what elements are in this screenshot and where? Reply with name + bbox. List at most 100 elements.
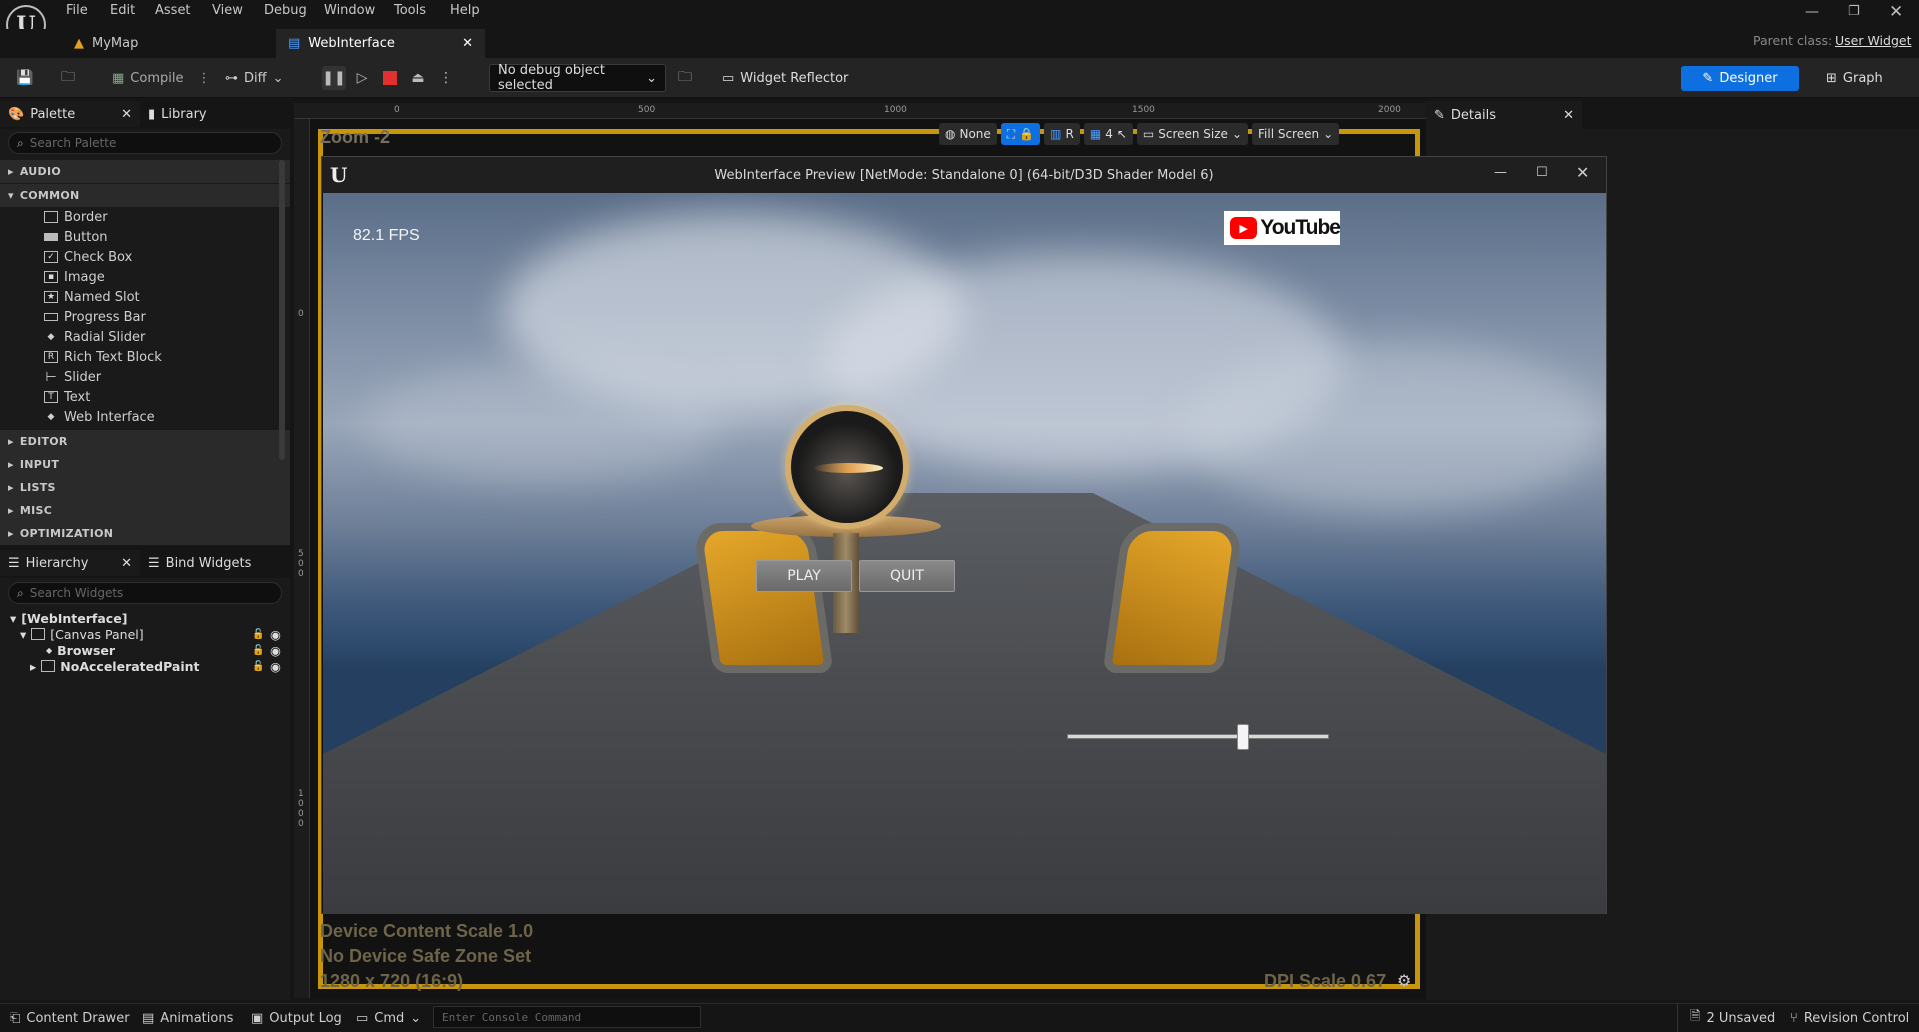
category-misc[interactable]: ▸ MISC — [0, 499, 290, 522]
minimize-icon[interactable]: — — [1494, 165, 1507, 180]
more-options-icon[interactable]: ⋮ — [197, 71, 210, 86]
palette-scrollbar[interactable] — [279, 160, 285, 460]
quit-button[interactable]: QUIT — [859, 560, 955, 592]
palette-item-rich-text-block[interactable]: R Rich Text Block — [0, 347, 290, 367]
none-option[interactable]: ◍ None — [939, 123, 997, 145]
category-audio[interactable]: ▸ AUDIO — [0, 160, 290, 183]
debug-browse-icon[interactable]: 🗀 — [673, 66, 697, 90]
stop-button[interactable] — [378, 66, 402, 90]
palette-search-input[interactable]: ⌕ Search Palette — [8, 132, 282, 154]
volume-slider-track[interactable] — [1067, 734, 1329, 739]
category-optimization[interactable]: ▸ OPTIMIZATION — [0, 522, 290, 545]
output-log-button[interactable]: ▣ Output Log — [251, 1008, 342, 1028]
menu-view[interactable]: View — [206, 3, 249, 18]
eject-icon[interactable]: ⏏ — [406, 66, 430, 90]
tab-bind-widgets[interactable]: ☰ Bind Widgets — [140, 550, 259, 576]
eye-icon[interactable]: ◉ — [270, 659, 281, 674]
parent-class-link[interactable]: User Widget — [1835, 33, 1911, 48]
screen-size-select[interactable]: ▭ Screen Size ⌄ — [1136, 123, 1248, 145]
tab-webinterface[interactable]: ▤ WebInterface ✕ — [276, 29, 485, 58]
grid-toggle[interactable]: ▦ 4 ↖ — [1083, 123, 1133, 145]
widget-reflector-button[interactable]: ▭ Widget Reflector — [722, 66, 848, 91]
menu-help[interactable]: Help — [444, 3, 486, 18]
palette-item-web-interface[interactable]: ◆ Web Interface — [0, 407, 290, 427]
widget-icon — [41, 660, 56, 672]
tree-browser[interactable]: ◆ Browser 🔓 ◉ — [0, 642, 290, 658]
content-drawer-button[interactable]: ⎗ Content Drawer — [10, 1008, 130, 1028]
unsaved-button[interactable]: 🗎 2 Unsaved — [1690, 1008, 1775, 1028]
category-input[interactable]: ▸ INPUT — [0, 453, 290, 476]
animations-button[interactable]: ▤ Animations — [142, 1008, 233, 1028]
tab-library[interactable]: ▮ Library — [140, 101, 215, 127]
settings-gear-icon[interactable]: ⚙ — [1397, 971, 1411, 990]
menu-debug[interactable]: Debug — [258, 3, 313, 18]
diff-button[interactable]: ⊶ Diff ⌄ — [225, 66, 284, 91]
layout-toggle[interactable]: ▥ R — [1044, 123, 1080, 145]
lock-icon[interactable]: 🔓 — [252, 645, 264, 656]
palette-item-text[interactable]: T Text — [0, 387, 290, 407]
lock-icon[interactable]: 🔓 — [252, 661, 264, 672]
close-tab-icon[interactable]: ✕ — [121, 107, 132, 122]
menu-file[interactable]: File — [60, 3, 94, 18]
tab-mymap[interactable]: ▲ MyMap — [62, 29, 272, 58]
category-editor[interactable]: ▸ EDITOR — [0, 430, 290, 453]
console-command-input[interactable]: Enter Console Command — [433, 1006, 701, 1028]
lock-icon[interactable]: 🔓 — [252, 629, 264, 640]
category-common[interactable]: ▾ COMMON — [0, 184, 290, 207]
debug-object-select[interactable]: No debug object selected ⌄ — [489, 63, 666, 93]
eye-icon[interactable]: ◉ — [270, 627, 281, 642]
pause-icon[interactable]: ❚❚ — [322, 66, 346, 90]
close-tab-icon[interactable]: ✕ — [462, 36, 473, 51]
maximize-icon[interactable]: ☐ — [1536, 165, 1548, 180]
minimize-icon[interactable]: — — [1805, 4, 1819, 20]
chevron-down-icon: ▾ — [8, 189, 14, 202]
play-button[interactable]: PLAY — [756, 560, 852, 592]
browse-icon[interactable]: 🗀 — [56, 66, 80, 90]
tab-label: Details — [1450, 107, 1496, 123]
designer-button[interactable]: ✎ Designer — [1681, 66, 1799, 91]
fill-screen-select[interactable]: Fill Screen ⌄ — [1252, 123, 1340, 145]
hierarchy-search-input[interactable]: ⌕ Search Widgets — [8, 582, 282, 604]
menu-tools[interactable]: Tools — [388, 3, 432, 18]
tab-hierarchy[interactable]: ☰ Hierarchy ✕ — [0, 550, 140, 576]
save-icon: 🗎 — [1690, 1009, 1701, 1024]
play-options-icon[interactable]: ⋮ — [434, 66, 458, 90]
category-label: OPTIMIZATION — [19, 527, 114, 540]
menu-edit[interactable]: Edit — [104, 3, 141, 18]
restore-icon[interactable]: ❐ — [1848, 4, 1860, 19]
globe-icon: ◍ — [945, 127, 956, 141]
tree-root[interactable]: ▾ [WebInterface] — [0, 610, 290, 626]
close-tab-icon[interactable]: ✕ — [1563, 108, 1574, 123]
category-lists[interactable]: ▸ LISTS — [0, 476, 290, 499]
tree-noacceleratedpaint[interactable]: ▸ NoAcceleratedPaint 🔓 ◉ — [0, 658, 290, 674]
graph-button[interactable]: ⊞ Graph — [1826, 66, 1916, 91]
palette-item-image[interactable]: ▪ Image — [0, 267, 290, 287]
palette-item-border[interactable]: Border — [0, 207, 290, 227]
palette-item-button[interactable]: Button — [0, 227, 290, 247]
game-viewport[interactable]: PLAY QUIT 82.1 FPS ▶ YouTube — [323, 193, 1606, 914]
volume-slider-thumb[interactable] — [1236, 724, 1249, 750]
tab-palette[interactable]: 🎨 Palette ✕ — [0, 101, 140, 127]
menu-window[interactable]: Window — [318, 3, 381, 18]
palette-item-slider[interactable]: ⊢ Slider — [0, 367, 290, 387]
cmd-select[interactable]: ▭ Cmd ⌄ — [356, 1008, 421, 1028]
save-icon[interactable]: 💾 — [13, 66, 37, 90]
close-icon[interactable]: ✕ — [1576, 163, 1589, 182]
palette-item-named-slot[interactable]: ★ Named Slot — [0, 287, 290, 307]
palette-item-checkbox[interactable]: ✓ Check Box — [0, 247, 290, 267]
eye-icon[interactable]: ◉ — [270, 643, 281, 658]
preview-title-bar[interactable]: U WebInterface Preview [NetMode: Standal… — [322, 157, 1606, 193]
youtube-logo[interactable]: ▶ YouTube — [1224, 211, 1341, 245]
tree-canvas-panel[interactable]: ▾ [Canvas Panel] 🔓 ◉ — [0, 626, 290, 642]
palette-item-progress-bar[interactable]: Progress Bar — [0, 307, 290, 327]
palette-item-radial-slider[interactable]: ◆ Radial Slider — [0, 327, 290, 347]
ruler-label: 500 — [298, 549, 304, 579]
close-tab-icon[interactable]: ✕ — [121, 556, 132, 571]
revision-control-button[interactable]: ⑂ Revision Control — [1790, 1008, 1909, 1028]
compile-button[interactable]: ▦ Compile ⋮ — [112, 66, 210, 91]
tab-details[interactable]: ✎ Details ✕ — [1426, 101, 1582, 129]
step-icon[interactable]: ▷ — [350, 66, 374, 90]
menu-asset[interactable]: Asset — [149, 3, 197, 18]
snap-toggle[interactable]: ⛶ 🔒 — [1000, 123, 1041, 145]
close-icon[interactable]: ✕ — [1889, 2, 1903, 22]
